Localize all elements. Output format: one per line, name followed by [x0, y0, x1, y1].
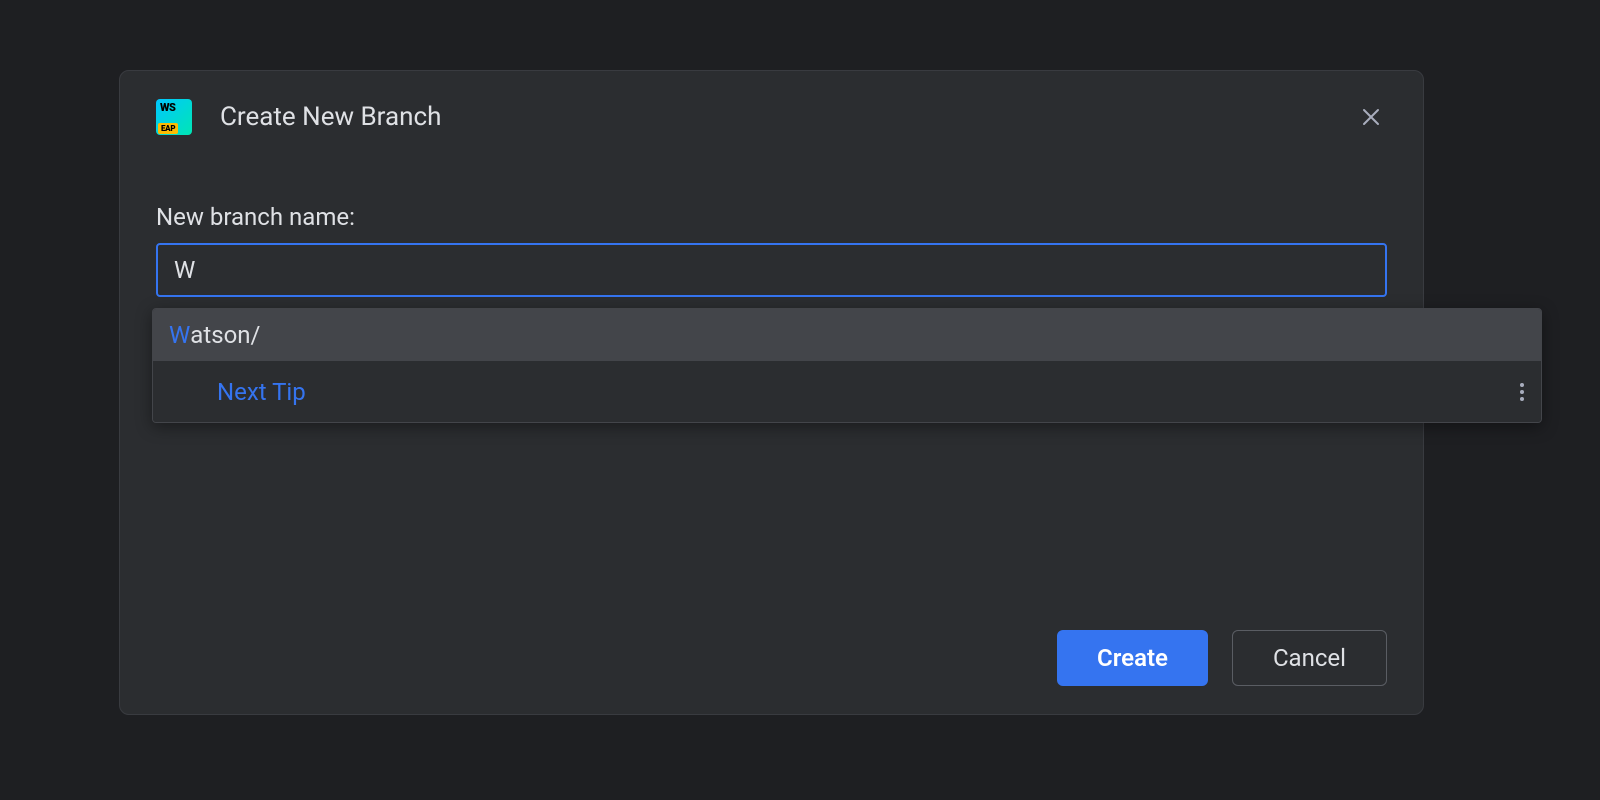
- app-icon-bottom-label: EAP: [158, 123, 178, 134]
- kebab-icon: [1519, 380, 1525, 404]
- cancel-button[interactable]: Cancel: [1232, 630, 1387, 686]
- dialog-title: Create New Branch: [220, 102, 441, 132]
- branch-name-label: New branch name:: [156, 203, 1387, 231]
- webstorm-eap-icon: WS EAP: [156, 99, 192, 135]
- dialog-header: WS EAP Create New Branch: [120, 71, 1423, 155]
- suggestion-rest-text: atson/: [190, 321, 260, 349]
- suggestion-item[interactable]: Watson/: [153, 309, 1541, 361]
- tip-row: Next Tip: [153, 361, 1541, 422]
- app-icon-top-label: WS: [160, 101, 175, 114]
- autocomplete-popup: Watson/ Next Tip: [152, 308, 1542, 423]
- more-options-button[interactable]: [1519, 380, 1525, 404]
- create-button[interactable]: Create: [1057, 630, 1208, 686]
- suggestion-match-text: W: [169, 321, 190, 349]
- dialog-footer: Create Cancel: [1057, 630, 1387, 686]
- branch-name-input[interactable]: [156, 243, 1387, 297]
- dialog-body: New branch name:: [120, 155, 1423, 297]
- close-button[interactable]: [1355, 101, 1387, 133]
- next-tip-link[interactable]: Next Tip: [217, 378, 306, 406]
- close-icon: [1359, 105, 1383, 129]
